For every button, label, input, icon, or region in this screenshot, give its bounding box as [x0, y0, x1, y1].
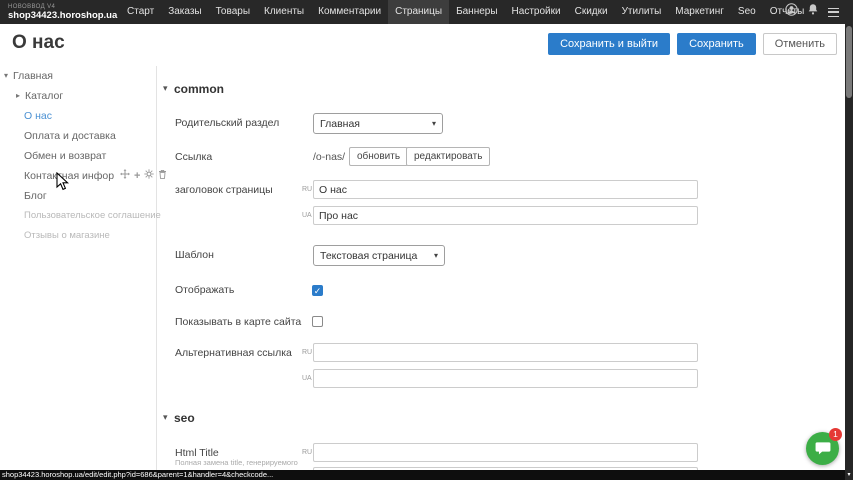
notifications-bell-icon[interactable] [807, 3, 819, 21]
tree-item-contact-info[interactable]: Контактная инфор + [0, 166, 156, 186]
settings-gear-icon[interactable] [144, 166, 154, 186]
sitemap-label: Показывать в карте сайта [175, 316, 301, 328]
menu-item-comments[interactable]: Комментарии [311, 0, 388, 24]
tree-item-exchange-return[interactable]: Обмен и возврат [0, 146, 156, 166]
menu-item-products[interactable]: Товары [209, 0, 257, 24]
lang-ua-label: UA [302, 212, 312, 219]
chat-unread-badge: 1 [829, 428, 842, 441]
hamburger-menu-icon[interactable] [828, 8, 839, 17]
delete-trash-icon[interactable] [158, 166, 167, 186]
tree-item-label: Контактная инфор [24, 166, 114, 186]
tree-item-actions: + [120, 166, 167, 186]
scrollbar-thumb[interactable] [846, 26, 852, 98]
section-common-title: common [174, 82, 224, 96]
tree-item-label: Главная [13, 66, 53, 86]
logo-domain: shop34423.horoshop.ua [8, 11, 120, 21]
alt-link-label: Альтернативная ссылка [175, 347, 292, 359]
tree-item-about-selected[interactable]: О нас [0, 106, 156, 126]
top-navbar: НОВОВВОД V4 shop34423.horoshop.ua Старт … [0, 0, 853, 24]
tree-item-catalog[interactable]: ▸ Каталог [0, 86, 156, 106]
user-account-icon[interactable] [785, 3, 798, 21]
parent-section-select[interactable]: Главная ▾ [313, 113, 443, 134]
section-seo-title: seo [174, 411, 195, 425]
html-title-ru-input[interactable] [313, 443, 698, 462]
page-heading-ua-input[interactable] [313, 206, 698, 225]
link-update-button[interactable]: обновить [349, 147, 408, 166]
logo[interactable]: НОВОВВОД V4 shop34423.horoshop.ua [0, 4, 120, 21]
tree-item-store-reviews[interactable]: Отзывы о магазине [0, 226, 156, 246]
tree-item-home[interactable]: ▾ Главная [0, 66, 156, 86]
save-and-exit-button[interactable]: Сохранить и выйти [548, 33, 670, 55]
menu-item-clients[interactable]: Клиенты [257, 0, 311, 24]
chat-bubble-icon [815, 441, 831, 456]
caret-right-icon[interactable]: ▸ [16, 86, 20, 106]
save-button[interactable]: Сохранить [677, 33, 756, 55]
status-url: shop34423.horoshop.ua/edit/edit.php?id=6… [2, 470, 273, 479]
tree-item-label: О нас [24, 106, 52, 126]
pages-tree-sidebar: ▾ Главная ▸ Каталог О нас Оплата и доста… [0, 66, 157, 470]
tree-item-label: Каталог [25, 86, 63, 106]
scroll-down-arrow-icon[interactable]: ▾ [845, 472, 853, 479]
menu-item-banners[interactable]: Баннеры [449, 0, 504, 24]
template-value: Текстовая страница [320, 250, 417, 262]
menu-item-orders[interactable]: Заказы [161, 0, 208, 24]
menu-item-seo[interactable]: Seo [731, 0, 763, 24]
template-select[interactable]: Текстовая страница ▾ [313, 245, 445, 266]
page-title: О нас [12, 32, 65, 54]
tree-item-payment-delivery[interactable]: Оплата и доставка [0, 126, 156, 146]
topbar-icons [785, 0, 839, 24]
tree-item-label: Обмен и возврат [24, 146, 106, 166]
section-collapse-icon[interactable]: ▾ [163, 83, 168, 94]
move-icon[interactable] [120, 166, 130, 186]
menu-item-start[interactable]: Старт [120, 0, 161, 24]
tree-item-label: Пользовательское соглашение [24, 206, 161, 226]
chevron-down-icon: ▾ [434, 251, 438, 260]
tree-item-blog[interactable]: Блог [0, 186, 156, 206]
section-collapse-icon[interactable]: ▾ [163, 412, 168, 423]
menu-item-pages[interactable]: Страницы [388, 0, 449, 24]
sitemap-checkbox[interactable] [312, 316, 323, 327]
cancel-button[interactable]: Отменить [763, 33, 837, 55]
parent-section-value: Главная [320, 118, 360, 130]
link-label: Ссылка [175, 151, 212, 163]
top-menu: Старт Заказы Товары Клиенты Комментарии … [120, 0, 811, 24]
page-heading-ru-input[interactable] [313, 180, 698, 199]
link-value: /o-nas/ [313, 151, 345, 163]
lang-ru-label: RU [302, 349, 312, 356]
vertical-scrollbar[interactable]: ▾ [845, 24, 853, 480]
lang-ua-label: UA [302, 375, 312, 382]
alt-link-ru-input[interactable] [313, 343, 698, 362]
tree-item-label: Оплата и доставка [24, 126, 116, 146]
lang-ru-label: RU [302, 449, 312, 456]
lang-ru-label: RU [302, 186, 312, 193]
template-label: Шаблон [175, 249, 214, 261]
browser-status-bar: shop34423.horoshop.ua/edit/edit.php?id=6… [0, 470, 845, 480]
display-checkbox[interactable] [312, 285, 323, 296]
header-buttons: Сохранить и выйти Сохранить Отменить [548, 33, 837, 55]
menu-item-utilities[interactable]: Утилиты [615, 0, 669, 24]
menu-item-marketing[interactable]: Маркетинг [668, 0, 731, 24]
logo-version-label: НОВОВВОД V4 [8, 4, 120, 10]
tree-item-label: Блог [24, 186, 47, 206]
tree-item-label: Отзывы о магазине [24, 226, 110, 246]
add-page-icon[interactable]: + [134, 171, 140, 181]
display-label: Отображать [175, 284, 234, 296]
menu-item-settings[interactable]: Настройки [505, 0, 568, 24]
link-edit-button[interactable]: редактировать [406, 147, 490, 166]
tree-item-user-agreement[interactable]: Пользовательское соглашение [0, 206, 156, 226]
caret-down-icon[interactable]: ▾ [4, 66, 8, 86]
page-heading-label: заголовок страницы [175, 184, 273, 196]
chevron-down-icon: ▾ [432, 119, 436, 128]
menu-item-discounts[interactable]: Скидки [568, 0, 615, 24]
parent-section-label: Родительский раздел [175, 117, 279, 129]
alt-link-ua-input[interactable] [313, 369, 698, 388]
